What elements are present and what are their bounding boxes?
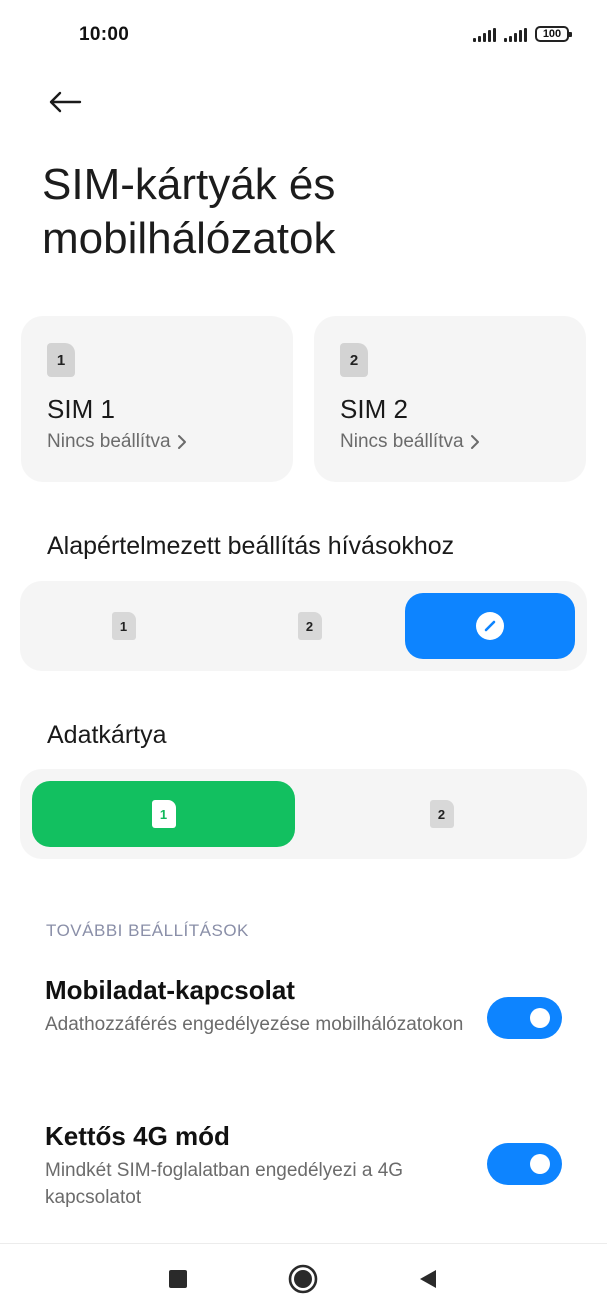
nav-back-button[interactable] bbox=[411, 1262, 445, 1296]
toggle-knob bbox=[530, 1154, 550, 1174]
battery-icon: 100 bbox=[535, 26, 572, 42]
nav-divider bbox=[0, 1243, 607, 1244]
more-settings-heading: TOVÁBBI BEÁLLÍTÁSOK bbox=[46, 921, 249, 940]
page-title: SIM-kártyák és mobilhálózatok bbox=[42, 160, 336, 263]
signal-icon bbox=[473, 28, 496, 42]
recents-button[interactable] bbox=[161, 1262, 195, 1296]
edit-icon bbox=[476, 612, 504, 640]
sim-name: SIM 1 bbox=[47, 394, 115, 424]
status-icons: 100 bbox=[473, 26, 572, 42]
data-option-sim2[interactable]: 2 bbox=[310, 781, 573, 847]
toggle-knob bbox=[530, 1008, 550, 1028]
setting-subtitle: Mindkét SIM-foglalatban engedélyezi a 4G… bbox=[45, 1160, 404, 1208]
sim-chip-icon: 2 bbox=[429, 800, 454, 828]
sim-card-2[interactable]: 2 SIM 2 Nincs beállítva bbox=[314, 316, 586, 482]
data-card-label: Adatkártya bbox=[47, 721, 167, 749]
signal-icon bbox=[504, 28, 527, 42]
sim-chip-icon: 1 bbox=[151, 800, 176, 828]
data-option-sim1[interactable]: 1 bbox=[32, 781, 295, 847]
status-time: 10:00 bbox=[79, 24, 130, 45]
calls-option-sim1[interactable]: 1 bbox=[32, 593, 215, 659]
home-button[interactable] bbox=[286, 1262, 320, 1296]
calls-default-selector: 1 2 bbox=[20, 581, 587, 671]
sim-name: SIM 2 bbox=[340, 394, 408, 424]
sim-chip-icon: 1 bbox=[111, 612, 136, 640]
setting-subtitle: Adathozzáférés engedélyezése mobilhálóza… bbox=[45, 1014, 464, 1035]
battery-level: 100 bbox=[542, 28, 562, 40]
chevron-right-icon bbox=[470, 435, 479, 449]
calls-option-sim2[interactable]: 2 bbox=[218, 593, 401, 659]
setting-title: Mobiladat-kapcsolat bbox=[45, 975, 295, 1005]
chevron-right-icon bbox=[177, 435, 186, 449]
sim-status-text: Nincs beállítva bbox=[340, 431, 464, 452]
status-bar: 10:00 100 bbox=[0, 0, 607, 72]
sim-chip-icon: 2 bbox=[340, 343, 368, 377]
sim-status: Nincs beállítva bbox=[47, 431, 187, 453]
dual-4g-toggle[interactable] bbox=[487, 1143, 562, 1185]
setting-title: Kettős 4G mód bbox=[45, 1121, 230, 1151]
mobile-data-toggle[interactable] bbox=[487, 997, 562, 1039]
arrow-left-icon bbox=[49, 91, 82, 113]
sim-status: Nincs beállítva bbox=[340, 431, 480, 453]
sim-chip-icon: 2 bbox=[297, 612, 322, 640]
sim-status-text: Nincs beállítva bbox=[47, 431, 171, 452]
calls-default-label: Alapértelmezett beállítás hívásokhoz bbox=[47, 532, 455, 560]
data-card-selector: 1 2 bbox=[20, 769, 587, 859]
recents-square-icon bbox=[169, 1270, 187, 1288]
sim-card-1[interactable]: 1 SIM 1 Nincs beállítva bbox=[21, 316, 293, 482]
sim-chip-icon: 1 bbox=[47, 343, 75, 377]
back-triangle-icon bbox=[420, 1270, 436, 1288]
back-button[interactable] bbox=[40, 80, 90, 124]
calls-option-ask[interactable] bbox=[405, 593, 575, 659]
home-circle-icon bbox=[288, 1264, 318, 1294]
